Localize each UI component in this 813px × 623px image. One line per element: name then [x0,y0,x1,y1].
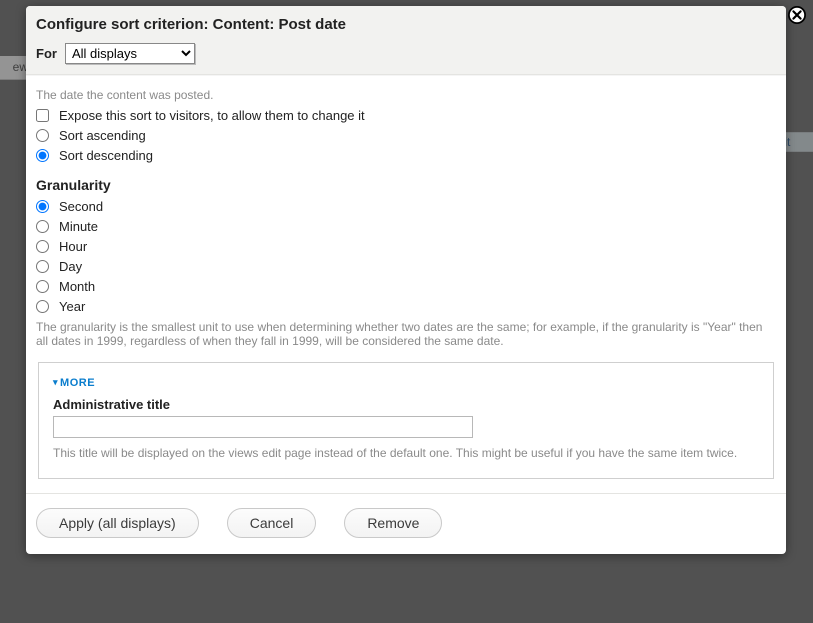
more-fieldset: ▾ MORE Administrative title This title w… [38,362,774,479]
granularity-second-label: Second [59,199,103,214]
more-toggle[interactable]: ▾ MORE [53,377,95,389]
dialog-title: Configure sort criterion: Content: Post … [36,16,772,33]
granularity-minute-label: Minute [59,219,98,234]
apply-button[interactable]: Apply (all displays) [36,508,199,538]
dialog-header: Configure sort criterion: Content: Post … [26,6,786,75]
granularity-hour-radio[interactable] [36,240,49,253]
sort-order-group: Sort ascending Sort descending [36,128,776,163]
granularity-year-label: Year [59,299,85,314]
caret-down-icon: ▾ [53,377,58,388]
granularity-month-label: Month [59,279,95,294]
dialog-body: The date the content was posted. Expose … [26,75,786,493]
granularity-year-radio[interactable] [36,300,49,313]
for-display-select[interactable]: All displays [65,43,195,64]
more-toggle-label: MORE [60,377,95,389]
sort-config-dialog: Configure sort criterion: Content: Post … [26,6,786,554]
field-description: The date the content was posted. [36,88,776,102]
granularity-help: The granularity is the smallest unit to … [36,320,776,348]
sort-desc-label: Sort descending [59,148,153,163]
admin-title-label: Administrative title [53,397,759,412]
granularity-month-radio[interactable] [36,280,49,293]
for-label: For [36,46,57,61]
admin-title-help: This title will be displayed on the view… [53,446,759,460]
cancel-button[interactable]: Cancel [227,508,317,538]
granularity-hour-label: Hour [59,239,87,254]
sort-desc-radio[interactable] [36,149,49,162]
remove-button[interactable]: Remove [344,508,442,538]
granularity-heading: Granularity [36,177,776,193]
expose-sort-checkbox[interactable] [36,109,49,122]
admin-title-input[interactable] [53,416,473,438]
dialog-footer: Apply (all displays) Cancel Remove [26,493,786,554]
granularity-minute-radio[interactable] [36,220,49,233]
sort-asc-label: Sort ascending [59,128,146,143]
granularity-day-radio[interactable] [36,260,49,273]
close-icon[interactable] [788,6,806,24]
granularity-second-radio[interactable] [36,200,49,213]
granularity-group: Second Minute Hour Day Month Year [36,199,776,314]
granularity-day-label: Day [59,259,82,274]
expose-sort-label: Expose this sort to visitors, to allow t… [59,108,365,123]
sort-asc-radio[interactable] [36,129,49,142]
